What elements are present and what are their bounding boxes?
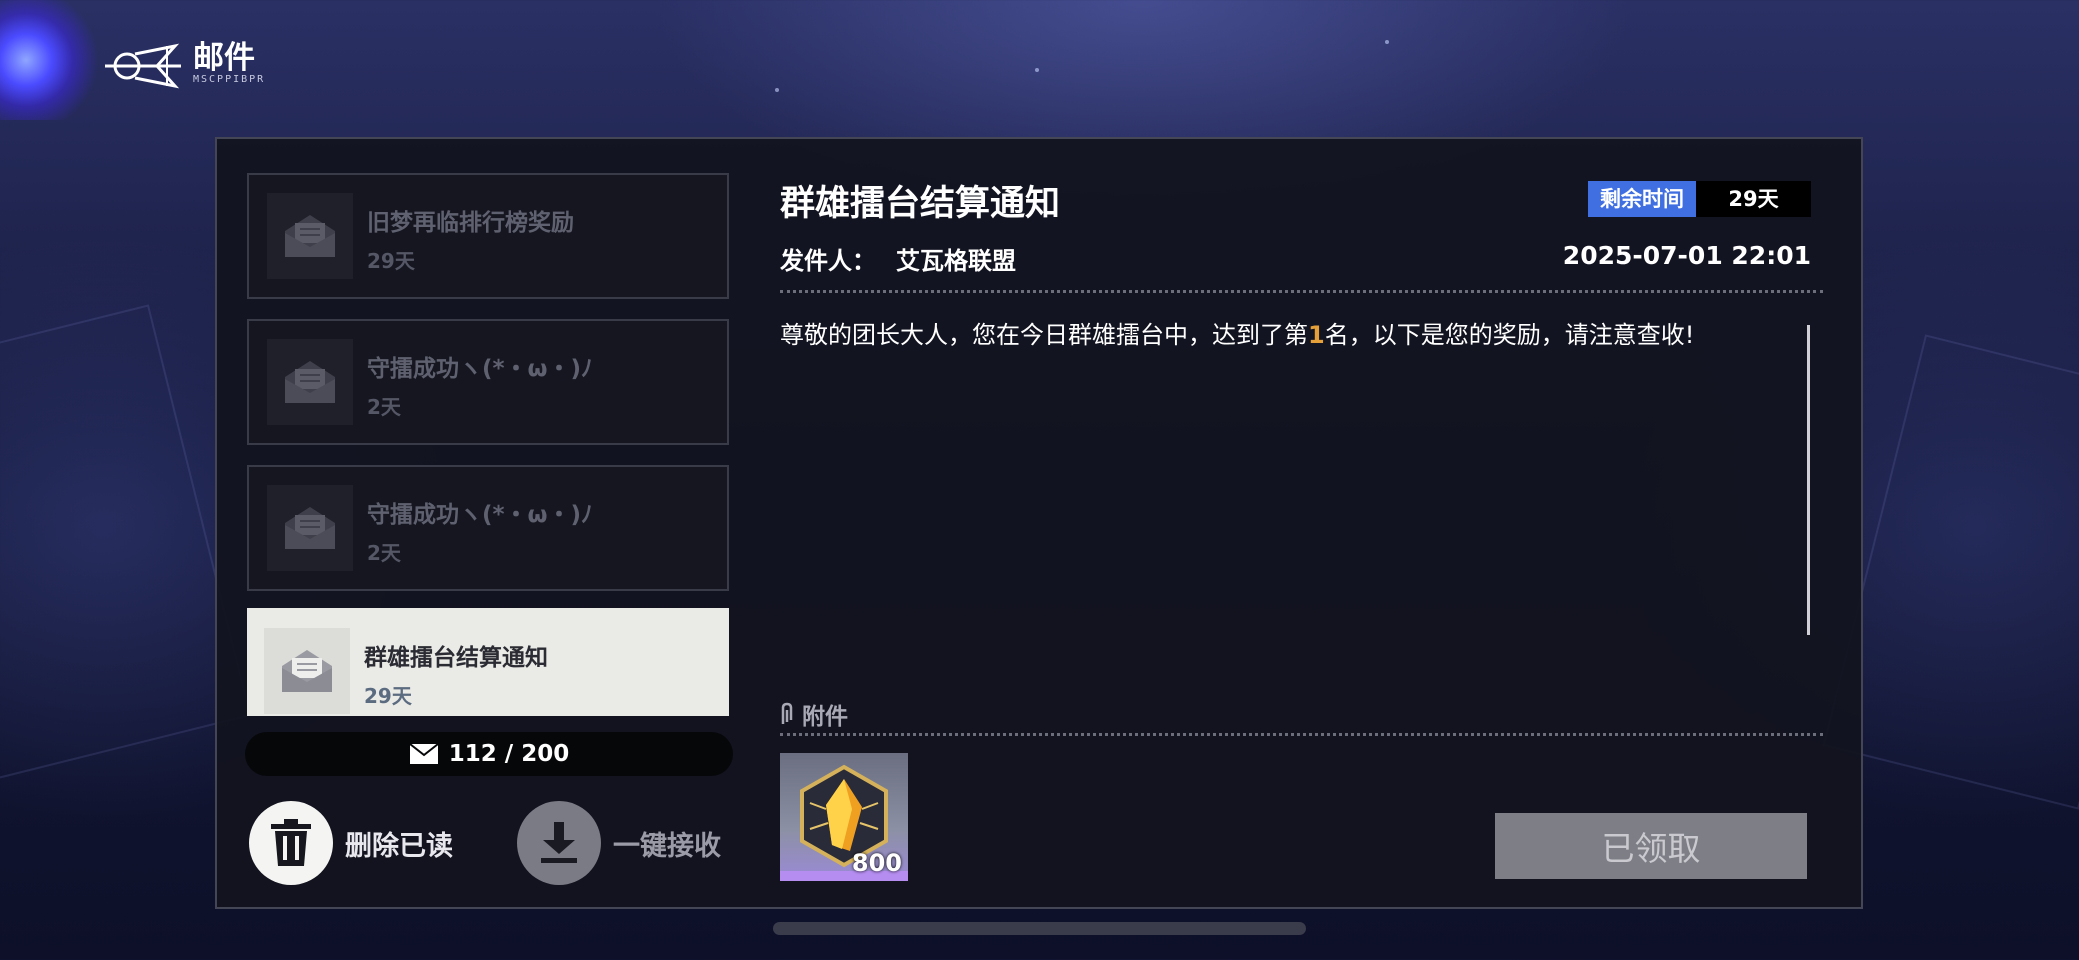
mail-item-days: 2天 <box>367 395 401 419</box>
attachment-item[interactable]: 800 <box>780 753 908 881</box>
mail-item-title: 群雄擂台结算通知 <box>364 645 548 671</box>
mail-date: 2025-07-01 22:01 <box>1562 241 1811 270</box>
open-envelope-icon <box>267 485 353 571</box>
open-envelope-icon <box>267 193 353 279</box>
mail-item-days: 2天 <box>367 541 401 565</box>
mail-item-days: 29天 <box>364 684 412 708</box>
background-frame-left <box>0 304 252 780</box>
page-title: 邮件 <box>193 40 255 76</box>
remaining-time-value: 29天 <box>1696 181 1811 217</box>
mail-body-scrollbar[interactable] <box>1807 325 1810 635</box>
page-header: 邮件 MSCPPIBPR <box>105 38 265 98</box>
download-icon <box>541 822 577 863</box>
mail-item-title: 守擂成功ヽ(*・ω・)ﾉ <box>367 356 593 382</box>
mail-detail-title: 群雄擂台结算通知 <box>780 184 1061 224</box>
remaining-time-badge: 剩余时间 29天 <box>1588 181 1811 217</box>
mail-list-item-selected[interactable]: 群雄擂台结算通知 29天 <box>247 608 729 716</box>
mail-panel: 旧梦再临排行榜奖励 29天 守擂成功ヽ(*・ω・)ﾉ 2天 守擂成功ヽ(*・ω・… <box>215 137 1863 909</box>
mail-body: 尊敬的团长大人，您在今日群雄擂台中，达到了第1名，以下是您的奖励，请注意查收! <box>780 317 1770 353</box>
delete-read-label: 删除已读 <box>345 830 453 862</box>
open-envelope-icon <box>267 339 353 425</box>
star-decoration <box>1385 40 1389 44</box>
remaining-time-label: 剩余时间 <box>1588 181 1696 217</box>
sender-label: 发件人： <box>780 247 876 275</box>
mail-logo-icon[interactable] <box>105 38 183 98</box>
mail-count-bar: 112 / 200 <box>245 732 733 776</box>
attachment-header: 附件 <box>780 697 848 731</box>
mail-list[interactable]: 旧梦再临排行榜奖励 29天 守擂成功ヽ(*・ω・)ﾉ 2天 守擂成功ヽ(*・ω・… <box>247 173 729 716</box>
mail-list-item[interactable]: 守擂成功ヽ(*・ω・)ﾉ 2天 <box>247 319 729 445</box>
sender-row: 发件人： 艾瓦格联盟 <box>780 241 1016 276</box>
mail-item-title: 守擂成功ヽ(*・ω・)ﾉ <box>367 502 593 528</box>
page-subtitle: MSCPPIBPR <box>193 74 266 85</box>
attachment-quantity: 800 <box>851 849 902 877</box>
sender-name: 艾瓦格联盟 <box>896 247 1016 275</box>
home-indicator[interactable] <box>773 922 1306 935</box>
attachment-label: 附件 <box>802 704 848 730</box>
mail-list-item[interactable]: 旧梦再临排行榜奖励 29天 <box>247 173 729 299</box>
envelope-icon <box>409 743 439 764</box>
mail-list-item[interactable]: 守擂成功ヽ(*・ω・)ﾉ 2天 <box>247 465 729 591</box>
star-decoration <box>1035 68 1039 72</box>
trash-icon <box>271 819 311 866</box>
paperclip-icon <box>781 702 793 724</box>
open-envelope-icon <box>264 628 350 714</box>
mail-body-text: 尊敬的团长大人，您在今日群雄擂台中，达到了第 <box>780 321 1308 349</box>
delete-read-button[interactable]: 删除已读 <box>249 801 453 885</box>
divider <box>780 290 1823 293</box>
claimed-button[interactable]: 已领取 <box>1495 813 1807 879</box>
divider <box>780 733 1823 736</box>
corner-orb-icon <box>0 0 110 120</box>
receive-all-label: 一键接收 <box>613 830 721 862</box>
star-decoration <box>775 88 779 92</box>
mail-count: 112 / 200 <box>448 741 570 767</box>
mail-body-text: 名，以下是您的奖励，请注意查收! <box>1324 321 1695 349</box>
mail-item-title: 旧梦再临排行榜奖励 <box>367 210 574 236</box>
rank-number: 1 <box>1308 321 1325 349</box>
mail-item-days: 29天 <box>367 249 415 273</box>
receive-all-button[interactable]: 一键接收 <box>517 801 721 885</box>
